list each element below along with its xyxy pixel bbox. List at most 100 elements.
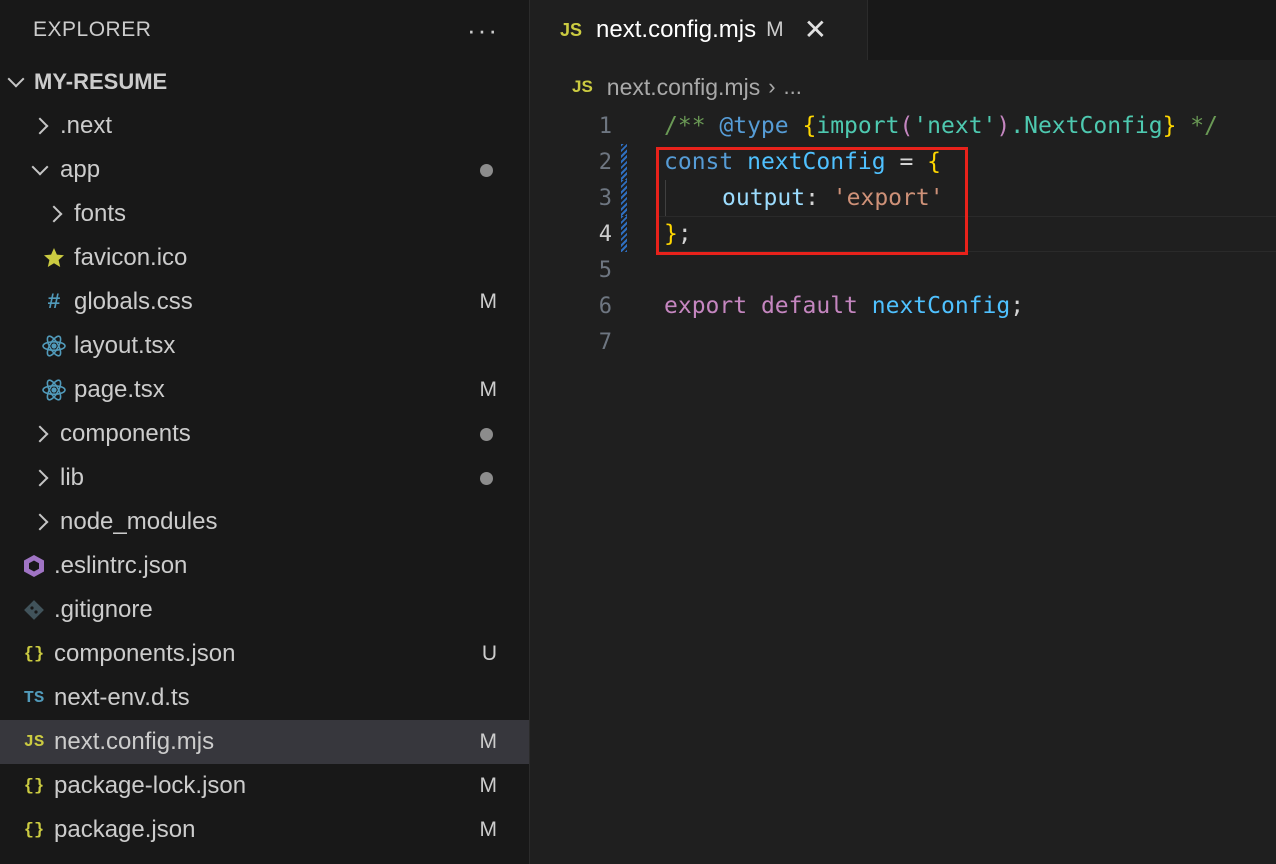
- code-line: 6 export default nextConfig;: [530, 288, 1276, 324]
- js-icon: JS: [23, 732, 45, 752]
- tree-item[interactable]: # globals.css M: [0, 280, 529, 324]
- paren-token: (: [899, 113, 914, 139]
- change-marker: [621, 144, 627, 180]
- punctuation-token: ;: [1010, 293, 1025, 319]
- highlight-annotation-box: [656, 147, 968, 255]
- chevron-right-icon: [26, 464, 54, 492]
- tab-next-config[interactable]: JS next.config.mjs M ✕: [530, 0, 868, 60]
- tree-item-label: package-lock.json: [54, 772, 247, 799]
- project-root[interactable]: MY-RESUME: [0, 60, 529, 104]
- tree-item[interactable]: app: [0, 148, 529, 192]
- tab-bar: JS next.config.mjs M ✕: [530, 0, 1276, 60]
- git-status-badge: M: [479, 730, 498, 753]
- git-status-badge: M: [479, 290, 498, 313]
- keyword-token: export: [664, 293, 748, 319]
- hash-icon: #: [47, 289, 61, 315]
- git-status-badge: M: [479, 818, 498, 841]
- json-icon: {}: [23, 776, 45, 796]
- git-icon: [20, 596, 48, 624]
- tree-item[interactable]: layout.tsx: [0, 324, 529, 368]
- tree-item[interactable]: {} components.json U: [0, 632, 529, 676]
- tree-item[interactable]: {} package.json M: [0, 808, 529, 852]
- code-line: 7: [530, 324, 1276, 360]
- json-icon: {}: [23, 820, 45, 840]
- react-icon: [40, 376, 68, 404]
- tree-item[interactable]: components: [0, 412, 529, 456]
- explorer-title: EXPLORER: [33, 18, 152, 41]
- tree-item[interactable]: JS next.config.mjs M: [0, 720, 529, 764]
- editor-area: JS next.config.mjs M ✕ JS next.config.mj…: [530, 0, 1276, 864]
- breadcrumb-file[interactable]: next.config.mjs: [607, 74, 760, 101]
- line-content: /** @type {import('next').NextConfig} */: [664, 113, 1218, 139]
- tree-item-label: page.tsx: [74, 376, 165, 403]
- tree-item-label: package.json: [54, 816, 196, 843]
- tree-item-label: fonts: [74, 200, 127, 227]
- explorer-sidebar: EXPLORER ··· MY-RESUME .next app fonts favi…: [0, 0, 530, 864]
- tree-item-label: components.json: [54, 640, 236, 667]
- eslint-icon: [20, 552, 48, 580]
- tree-item-label: layout.tsx: [74, 332, 176, 359]
- chevron-right-icon: [26, 508, 54, 536]
- tree-item[interactable]: page.tsx M: [0, 368, 529, 412]
- modified-dot-icon: [480, 471, 493, 485]
- tree-item[interactable]: lib: [0, 456, 529, 500]
- line-content: export default nextConfig;: [664, 293, 1024, 319]
- tree-item-label: favicon.ico: [74, 244, 188, 271]
- tree-item-label: components: [60, 420, 191, 447]
- tree-item[interactable]: node_modules: [0, 500, 529, 544]
- tree-item[interactable]: TS next-env.d.ts: [0, 676, 529, 720]
- tree-item[interactable]: .next: [0, 104, 529, 148]
- variable-token: nextConfig: [871, 293, 1011, 319]
- jsdoc-tag: @type: [719, 113, 789, 139]
- modified-dot-icon: [480, 163, 493, 177]
- chevron-right-icon: [26, 420, 54, 448]
- paren-token: ): [996, 113, 1011, 139]
- js-file-icon: JS: [572, 77, 593, 96]
- tree-item[interactable]: {} package-lock.json M: [0, 764, 529, 808]
- tree-item[interactable]: .gitignore: [0, 588, 529, 632]
- tree-item-label: globals.css: [74, 288, 193, 315]
- code-line: 5: [530, 252, 1276, 288]
- file-tree: .next app fonts favicon.ico # globals.css Mlay…: [0, 104, 529, 852]
- line-number: 3: [598, 185, 612, 211]
- more-actions-icon[interactable]: ···: [467, 17, 499, 43]
- brace-token: }: [1162, 113, 1177, 139]
- modified-badge: M: [766, 18, 784, 41]
- code-line: 1 /** @type {import('next').NextConfig} …: [530, 108, 1276, 144]
- code-editor[interactable]: 1 /** @type {import('next').NextConfig} …: [530, 108, 1276, 360]
- breadcrumb-symbols[interactable]: ...: [784, 74, 802, 100]
- tree-item-label: app: [60, 156, 101, 183]
- breadcrumb: JS next.config.mjs › ...: [530, 60, 1276, 114]
- type-token: .NextConfig: [1010, 113, 1163, 139]
- chevron-down-icon: [26, 156, 54, 184]
- react-icon: [40, 332, 68, 360]
- line-number: 2: [598, 149, 612, 175]
- brace-token: {: [802, 113, 817, 139]
- string-token: 'next': [913, 113, 997, 139]
- ts-icon: TS: [23, 688, 45, 708]
- git-status-badge: U: [481, 642, 497, 665]
- tree-item-label: .next: [60, 112, 113, 139]
- chevron-right-icon: [40, 200, 68, 228]
- close-icon[interactable]: ✕: [804, 16, 827, 44]
- chevron-right-icon: ›: [768, 74, 776, 99]
- modified-dot-icon: [480, 427, 493, 441]
- tree-item[interactable]: fonts: [0, 192, 529, 236]
- project-name: MY-RESUME: [34, 69, 168, 94]
- tree-item-label: next.config.mjs: [54, 728, 215, 755]
- line-number: 4: [598, 221, 612, 247]
- comment-token: */: [1176, 113, 1218, 139]
- tree-item-label: next-env.d.ts: [54, 684, 190, 711]
- vscode-window: EXPLORER ··· MY-RESUME .next app fonts favi…: [0, 0, 1276, 864]
- line-number: 6: [598, 293, 612, 319]
- tree-item[interactable]: .eslintrc.json: [0, 544, 529, 588]
- tree-item[interactable]: favicon.ico: [0, 236, 529, 280]
- git-status-badge: M: [479, 774, 498, 797]
- explorer-header: EXPLORER ···: [0, 0, 529, 60]
- chevron-right-icon: [26, 112, 54, 140]
- tree-item-label: .eslintrc.json: [54, 552, 188, 579]
- tree-item-label: .gitignore: [54, 596, 153, 623]
